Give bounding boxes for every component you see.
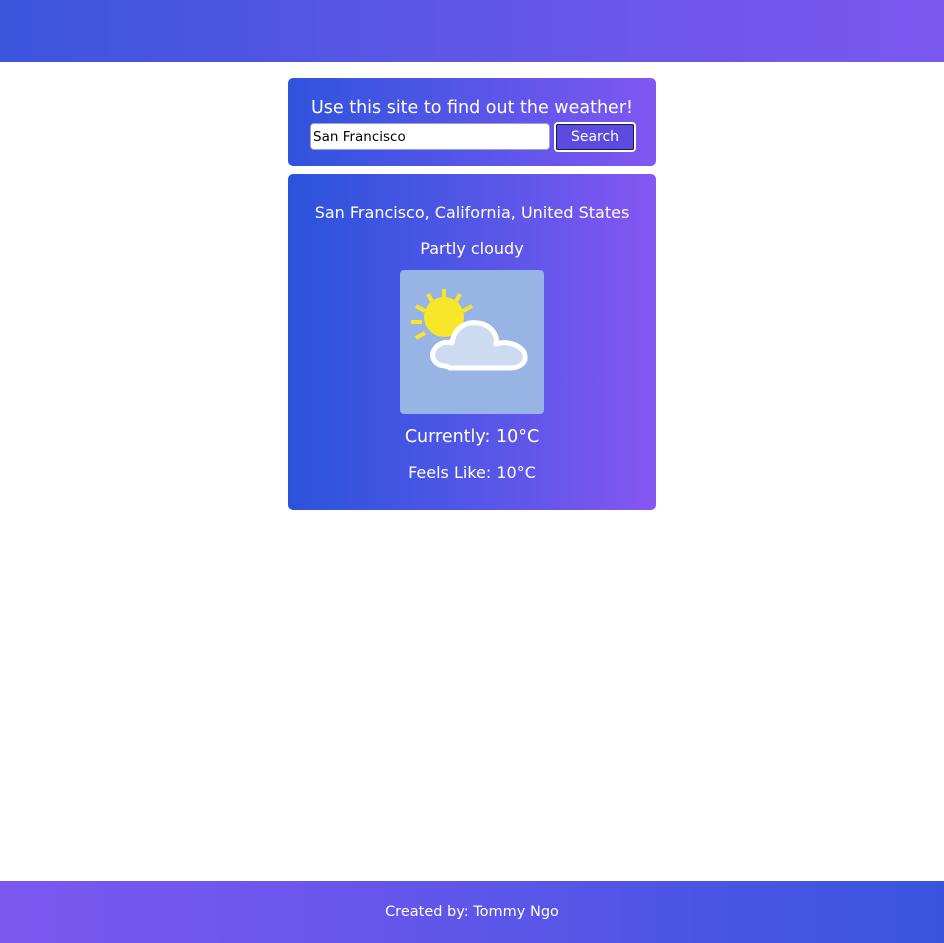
footer-credit: Created by: Tommy Ngo: [385, 904, 559, 920]
header-bar: [0, 0, 944, 62]
page: Use this site to find out the weather! S…: [0, 0, 944, 943]
search-row: Search: [310, 122, 636, 152]
weather-card: San Francisco, California, United States…: [288, 174, 656, 510]
footer-bar: Created by: Tommy Ngo: [0, 881, 944, 943]
feels-like-temperature: Feels Like: 10°C: [408, 463, 536, 482]
current-temperature: Currently: 10°C: [404, 427, 540, 447]
condition-label: Partly cloudy: [420, 239, 524, 258]
weather-icon-box: [400, 270, 544, 414]
city-search-input[interactable]: [310, 123, 550, 150]
partly-cloudy-icon: [411, 289, 528, 371]
search-button[interactable]: Search: [554, 122, 636, 152]
search-heading: Use this site to find out the weather!: [310, 98, 634, 118]
search-card: Use this site to find out the weather! S…: [288, 78, 656, 166]
location-label: San Francisco, California, United States: [314, 203, 630, 222]
